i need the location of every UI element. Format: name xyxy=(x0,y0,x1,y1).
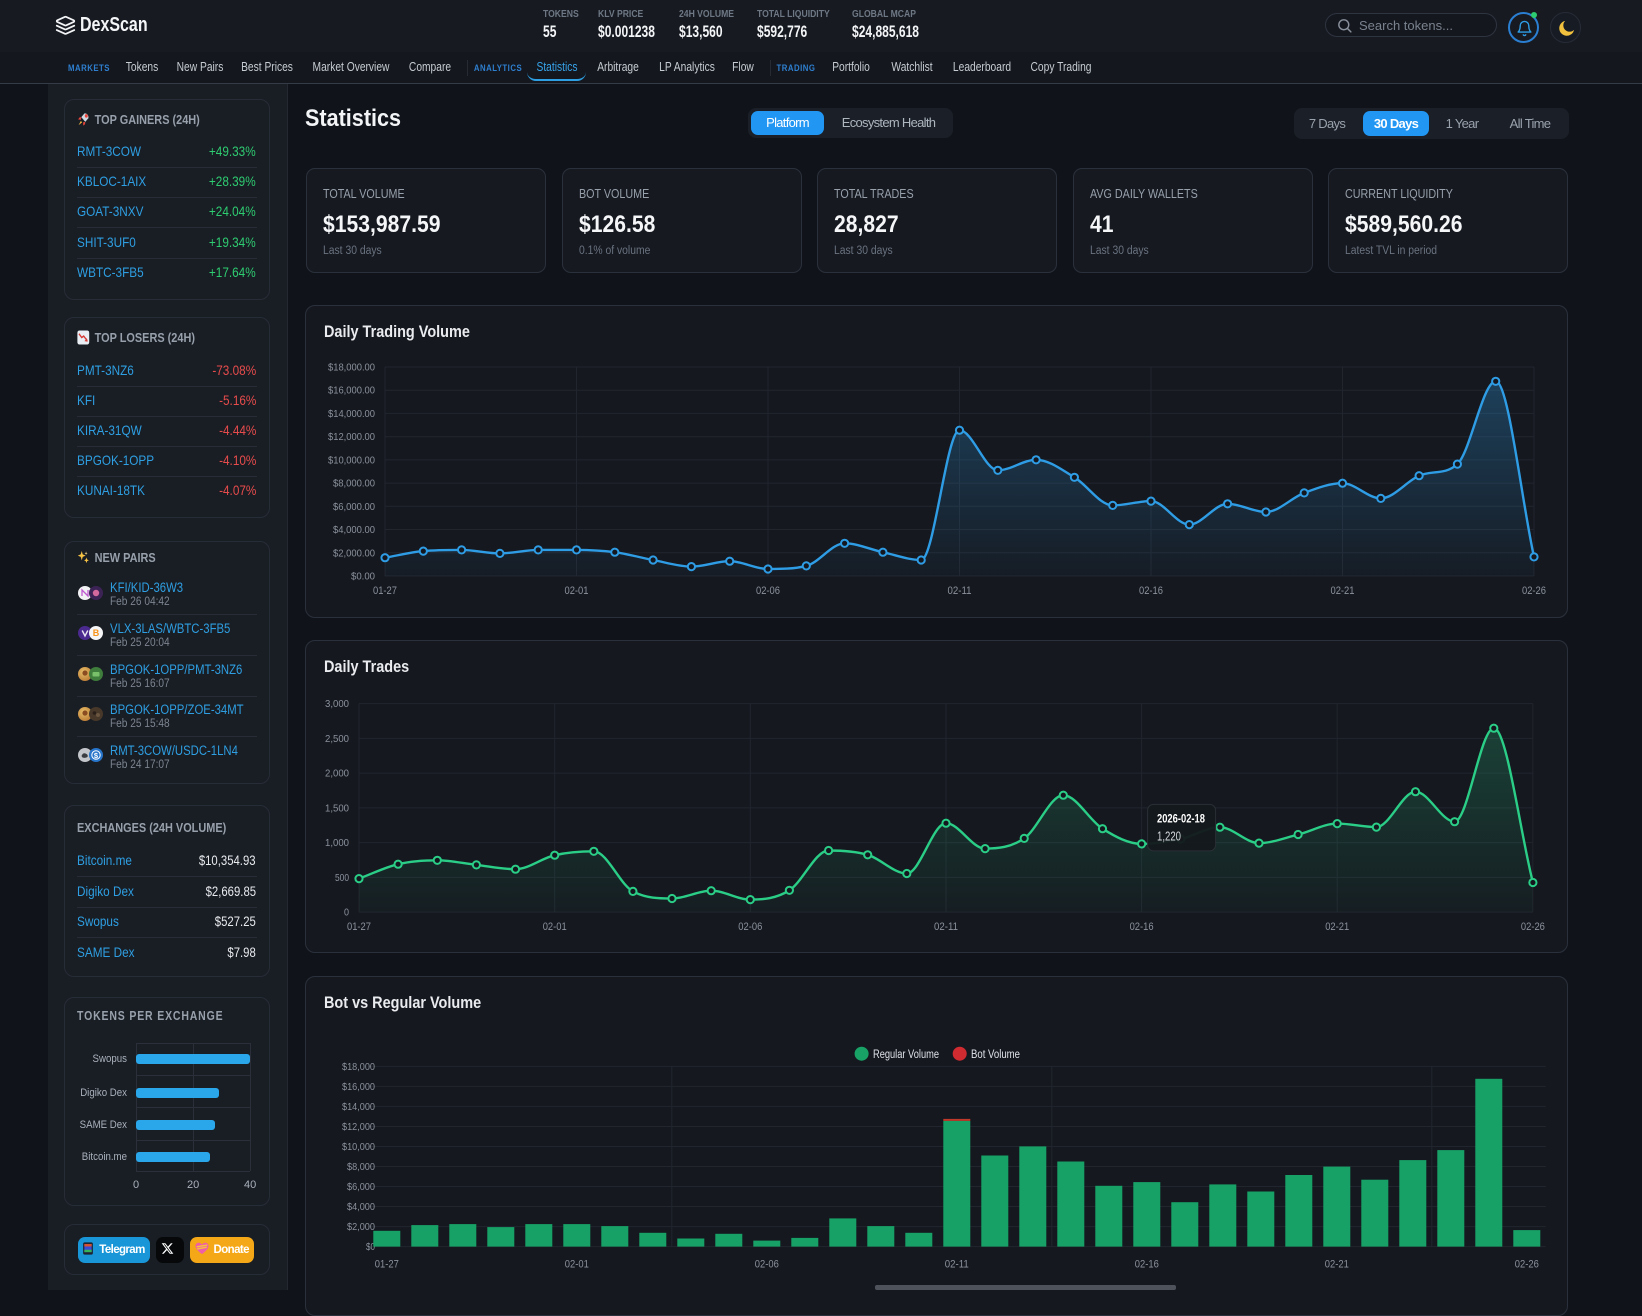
svg-text:$14,000.00: $14,000.00 xyxy=(328,408,375,420)
svg-text:$10,000: $10,000 xyxy=(342,1141,375,1153)
svg-text:$10,000.00: $10,000.00 xyxy=(328,454,375,466)
svg-text:01-27: 01-27 xyxy=(373,585,397,597)
svg-text:$12,000.00: $12,000.00 xyxy=(328,431,375,443)
svg-text:1,500: 1,500 xyxy=(325,802,349,814)
svg-text:2026-02-18: 2026-02-18 xyxy=(1157,812,1205,826)
svg-text:$6,000: $6,000 xyxy=(347,1181,375,1193)
svg-text:02-26: 02-26 xyxy=(1522,585,1546,597)
svg-text:02-26: 02-26 xyxy=(1515,1259,1539,1271)
svg-text:$16,000.00: $16,000.00 xyxy=(328,385,375,397)
svg-text:02-21: 02-21 xyxy=(1331,585,1355,597)
svg-text:Regular Volume: Regular Volume xyxy=(873,1049,939,1061)
svg-text:02-21: 02-21 xyxy=(1325,1259,1349,1271)
svg-text:$8,000.00: $8,000.00 xyxy=(333,478,375,490)
svg-text:$0.00: $0.00 xyxy=(351,571,375,583)
svg-text:02-21: 02-21 xyxy=(1325,921,1349,933)
svg-text:$8,000: $8,000 xyxy=(347,1161,375,1173)
svg-text:Bot Volume: Bot Volume xyxy=(971,1049,1020,1061)
svg-text:B: B xyxy=(93,628,100,638)
svg-text:02-01: 02-01 xyxy=(565,1259,589,1271)
svg-text:1,000: 1,000 xyxy=(325,837,349,849)
svg-text:02-16: 02-16 xyxy=(1135,1259,1159,1271)
svg-text:$18,000: $18,000 xyxy=(342,1061,375,1073)
svg-text:2,000: 2,000 xyxy=(325,768,349,780)
svg-text:02-01: 02-01 xyxy=(543,921,567,933)
svg-text:02-06: 02-06 xyxy=(755,1259,779,1271)
svg-text:$6,000.00: $6,000.00 xyxy=(333,501,375,513)
svg-text:$2,000: $2,000 xyxy=(347,1221,375,1233)
svg-text:01-27: 01-27 xyxy=(347,921,371,933)
svg-text:$14,000: $14,000 xyxy=(342,1101,375,1113)
svg-text:$2,000.00: $2,000.00 xyxy=(333,547,375,559)
svg-text:1,220: 1,220 xyxy=(1157,830,1181,844)
svg-text:02-26: 02-26 xyxy=(1521,921,1545,933)
svg-text:02-06: 02-06 xyxy=(756,585,780,597)
svg-text:$18,000.00: $18,000.00 xyxy=(328,362,375,374)
svg-text:02-06: 02-06 xyxy=(738,921,762,933)
svg-text:0: 0 xyxy=(344,907,349,919)
svg-text:02-16: 02-16 xyxy=(1139,585,1163,597)
svg-text:01-27: 01-27 xyxy=(375,1259,399,1271)
svg-text:500: 500 xyxy=(335,872,349,884)
svg-text:2,500: 2,500 xyxy=(325,733,349,745)
svg-text:02-11: 02-11 xyxy=(948,585,972,597)
svg-text:$4,000.00: $4,000.00 xyxy=(333,524,375,536)
svg-text:$16,000: $16,000 xyxy=(342,1081,375,1093)
svg-text:3,000: 3,000 xyxy=(325,698,349,710)
svg-text:02-16: 02-16 xyxy=(1130,921,1154,933)
svg-text:02-01: 02-01 xyxy=(565,585,589,597)
svg-text:$4,000: $4,000 xyxy=(347,1201,375,1213)
svg-text:02-11: 02-11 xyxy=(934,921,958,933)
svg-text:$12,000: $12,000 xyxy=(342,1121,375,1133)
svg-text:02-11: 02-11 xyxy=(945,1259,969,1271)
